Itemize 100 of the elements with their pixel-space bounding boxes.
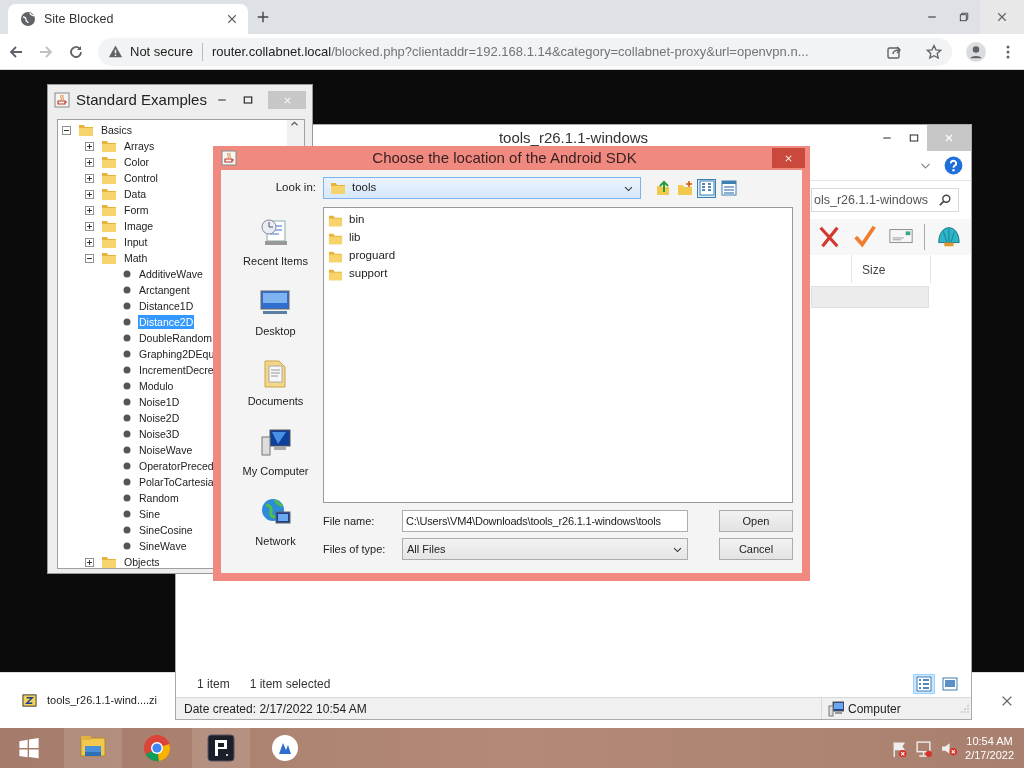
- tree-item[interactable]: Distance1D: [138, 299, 195, 313]
- cancel-button[interactable]: Cancel: [719, 538, 793, 560]
- tree-item[interactable]: Input: [123, 235, 149, 249]
- location-label: Computer: [848, 700, 901, 718]
- maximize-icon[interactable]: [242, 94, 254, 106]
- security-label[interactable]: Not secure: [130, 41, 193, 62]
- expand-icon[interactable]: [85, 141, 94, 151]
- back-icon[interactable]: [8, 43, 24, 60]
- expand-icon[interactable]: [85, 237, 94, 247]
- open-button[interactable]: Open: [719, 510, 793, 532]
- profile-icon[interactable]: [966, 41, 986, 62]
- star-icon[interactable]: [926, 43, 942, 60]
- tree-item[interactable]: Control: [123, 171, 159, 185]
- tree-item[interactable]: Arrays: [123, 139, 156, 153]
- download-filename[interactable]: tools_r26.1.1-wind....zi: [47, 692, 158, 709]
- place-label[interactable]: My Computer: [242, 463, 309, 480]
- list-view-icon[interactable]: [698, 180, 715, 196]
- tree-item[interactable]: Image: [123, 219, 155, 233]
- details-view-icon[interactable]: [720, 180, 737, 196]
- scrollbar[interactable]: [287, 120, 304, 147]
- search-icon[interactable]: [938, 193, 952, 207]
- tree-item[interactable]: OperatorPreced: [138, 459, 215, 473]
- file-item[interactable]: proguard: [349, 247, 396, 265]
- bullet-icon: [123, 302, 131, 310]
- tree-item[interactable]: Modulo: [138, 379, 175, 393]
- tree-item[interactable]: AdditiveWave: [138, 267, 204, 281]
- bullet-icon: [123, 446, 131, 454]
- search-field[interactable]: ols_r26.1.1-windows: [811, 188, 959, 212]
- up-folder-icon[interactable]: [654, 180, 671, 196]
- file-item[interactable]: bin: [349, 211, 365, 229]
- details-view-icon[interactable]: [916, 676, 932, 692]
- restore-icon[interactable]: [958, 11, 970, 23]
- file-item[interactable]: support: [349, 265, 388, 283]
- checkmark-icon[interactable]: [852, 224, 878, 250]
- column-header[interactable]: Size: [851, 255, 931, 283]
- new-folder-icon[interactable]: [676, 180, 693, 196]
- tree-item[interactable]: Color: [123, 155, 151, 169]
- bullet-icon: [123, 462, 131, 470]
- close-icon[interactable]: [996, 11, 1008, 23]
- clock-time[interactable]: 10:54 AM: [965, 733, 1014, 748]
- place-label[interactable]: Network: [255, 533, 296, 550]
- tree-item[interactable]: Form: [123, 203, 150, 217]
- place-label[interactable]: Documents: [247, 393, 304, 410]
- expand-icon[interactable]: [85, 557, 94, 567]
- tree-item[interactable]: DoubleRandom: [138, 331, 213, 345]
- expand-icon[interactable]: [85, 205, 94, 215]
- tree-item[interactable]: Noise1D: [138, 395, 181, 409]
- resize-grip-icon[interactable]: [959, 702, 971, 715]
- browser-tab[interactable]: Site Blocked: [8, 4, 248, 34]
- look-in-dropdown[interactable]: tools: [323, 177, 641, 199]
- tree-item[interactable]: Graphing2DEqu: [138, 347, 216, 361]
- tree-item[interactable]: IncrementDecre: [138, 363, 215, 377]
- tree-item[interactable]: Arctangent: [138, 283, 191, 297]
- bullet-icon: [123, 270, 131, 278]
- computer-icon[interactable]: [259, 427, 292, 459]
- url-text: router.collabnet.local/blocked.php?clientaddr=192.168.1.14&category=collabnet-proxy&url=openvpn.n...: [211, 42, 809, 61]
- tree-item[interactable]: Math: [123, 251, 149, 265]
- place-label[interactable]: Desktop: [255, 323, 296, 340]
- field-label: Files of type:: [323, 541, 387, 557]
- bullet-icon: [123, 430, 131, 438]
- app-icon[interactable]: [207, 734, 235, 762]
- item-count: 1 item: [197, 676, 230, 693]
- tab-title: Site Blocked: [44, 10, 115, 28]
- expand-icon[interactable]: [85, 173, 94, 183]
- address-bar[interactable]: Not secure router.collabnet.local/blocked.php?clientaddr=192.168.1.14&category=collabnet-proxy&url=openvpn.n...: [98, 37, 952, 66]
- network-icon[interactable]: [915, 739, 933, 757]
- tree-item[interactable]: Basics: [100, 123, 133, 137]
- tree-item[interactable]: Sine: [138, 507, 161, 521]
- tree-item[interactable]: PolarToCartesia: [138, 475, 215, 489]
- chrome-icon[interactable]: [143, 734, 171, 762]
- collapse-icon[interactable]: [85, 253, 94, 263]
- java-icon: [54, 92, 70, 108]
- close-icon[interactable]: [226, 13, 238, 25]
- reload-icon[interactable]: [68, 43, 84, 60]
- expand-icon[interactable]: [85, 189, 94, 199]
- tree-item[interactable]: Noise2D: [138, 411, 181, 425]
- file-item[interactable]: lib: [349, 229, 361, 247]
- window-title: Standard Examples: [76, 89, 208, 110]
- tree-item[interactable]: NoiseWave: [138, 443, 194, 457]
- large-icons-view-icon[interactable]: [942, 676, 958, 692]
- tree-item[interactable]: Noise3D: [138, 427, 181, 441]
- bullet-icon: [123, 398, 131, 406]
- file-type-dropdown[interactable]: All Files: [402, 538, 688, 560]
- expand-icon[interactable]: [85, 221, 94, 231]
- bullet-icon: [123, 494, 131, 502]
- place-label[interactable]: Recent Items: [243, 253, 308, 270]
- expand-icon[interactable]: [85, 157, 94, 167]
- tree-item[interactable]: Random: [138, 491, 180, 505]
- maximize-icon[interactable]: [907, 132, 920, 144]
- tree-item[interactable]: Objects: [123, 555, 161, 568]
- tree-item[interactable]: SineCosine: [138, 523, 194, 537]
- file-name-field[interactable]: C:\Users\VM4\Downloads\tools_r26.1.1-windows\tools: [402, 510, 688, 532]
- help-icon[interactable]: [944, 156, 963, 175]
- tree-item[interactable]: SineWave: [138, 539, 188, 553]
- start-icon[interactable]: [18, 737, 40, 759]
- bullet-icon: [123, 526, 131, 534]
- collapse-icon[interactable]: [62, 125, 71, 135]
- new-tab-icon[interactable]: [256, 10, 270, 24]
- folder-icon: [78, 122, 94, 138]
- tree-item[interactable]: Data: [123, 187, 148, 201]
